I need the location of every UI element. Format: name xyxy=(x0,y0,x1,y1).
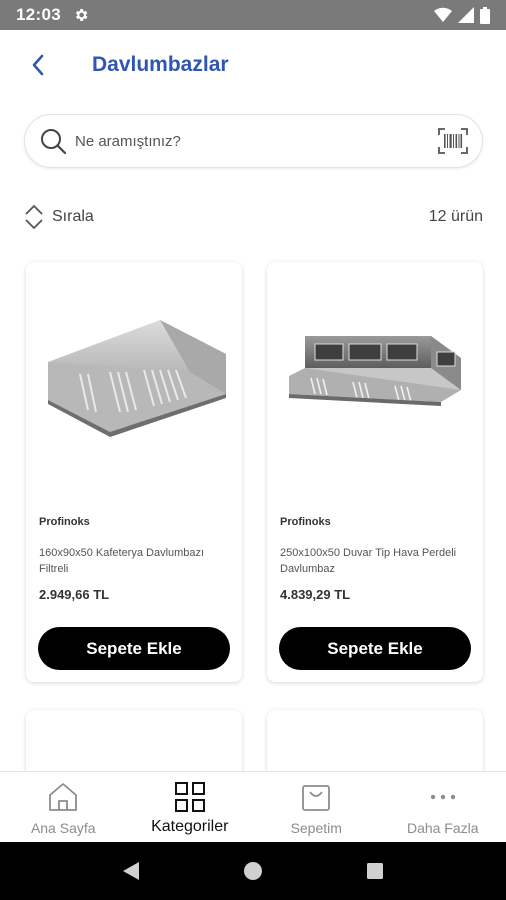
nav-label: Ana Sayfa xyxy=(30,820,96,836)
nav-item-categories[interactable]: Kategoriler xyxy=(127,772,254,842)
nav-item-cart[interactable]: Sepetim xyxy=(253,772,380,842)
system-back-button[interactable] xyxy=(116,856,146,886)
square-recents-icon xyxy=(367,863,383,879)
settings-gear-icon xyxy=(75,9,88,21)
app-header: Davlumbazlar xyxy=(0,30,506,100)
back-button[interactable] xyxy=(18,45,58,85)
search-input[interactable] xyxy=(75,132,415,150)
product-name[interactable]: 250x100x50 Duvar Tip Hava Perdeli Davlum… xyxy=(280,545,476,577)
grid-icon xyxy=(174,782,205,812)
product-brand: Profinoks xyxy=(39,516,90,528)
product-card[interactable]: Profinoks 160x90x50 Kafeterya Davlumbazı… xyxy=(26,262,242,682)
nav-item-more[interactable]: Daha Fazla xyxy=(380,772,506,842)
sort-row: Sırala 12 ürün xyxy=(24,200,483,234)
cart-icon xyxy=(302,785,331,811)
nav-item-home[interactable]: Ana Sayfa xyxy=(0,772,127,842)
wifi-icon xyxy=(434,7,452,23)
battery-icon xyxy=(480,6,490,24)
add-to-cart-button[interactable]: Sepete Ekle xyxy=(38,627,230,670)
triangle-back-icon xyxy=(123,862,139,880)
status-bar: 12:03 xyxy=(0,0,506,30)
system-home-button[interactable] xyxy=(238,856,268,886)
product-brand: Profinoks xyxy=(280,516,331,528)
status-time: 12:03 xyxy=(16,5,61,24)
sort-label: Sırala xyxy=(52,208,94,225)
product-count: 12 ürün xyxy=(428,208,483,225)
signal-icon xyxy=(458,7,474,23)
nav-label: Sepetim xyxy=(290,820,342,836)
status-icons xyxy=(434,6,490,24)
search-bar[interactable] xyxy=(24,114,483,168)
bottom-nav: Ana Sayfa Kategoriler Sepetim Daha Fazla xyxy=(0,771,506,842)
sort-button[interactable]: Sırala xyxy=(24,203,94,231)
chevron-left-icon xyxy=(32,54,44,76)
nav-label: Daha Fazla xyxy=(406,820,479,836)
product-card[interactable]: Profinoks 250x100x50 Duvar Tip Hava Perd… xyxy=(267,262,483,682)
home-icon xyxy=(49,783,78,811)
more-icon xyxy=(430,794,455,800)
product-image xyxy=(289,336,461,406)
system-nav-bar xyxy=(0,842,506,900)
search-icon xyxy=(41,129,67,155)
barcode-scanner-icon[interactable] xyxy=(438,127,468,155)
page-title: Davlumbazlar xyxy=(92,53,229,76)
circle-home-icon xyxy=(244,862,262,880)
add-to-cart-button[interactable]: Sepete Ekle xyxy=(279,627,471,670)
sort-arrows-icon xyxy=(25,205,43,229)
product-image xyxy=(48,320,226,437)
product-price: 4.839,29 TL xyxy=(280,587,351,602)
product-name[interactable]: 160x90x50 Kafeterya Davlumbazı Filtreli xyxy=(39,545,235,577)
nav-label: Kategoriler xyxy=(151,818,229,835)
product-price: 2.949,66 TL xyxy=(39,587,110,602)
system-recents-button[interactable] xyxy=(360,856,390,886)
